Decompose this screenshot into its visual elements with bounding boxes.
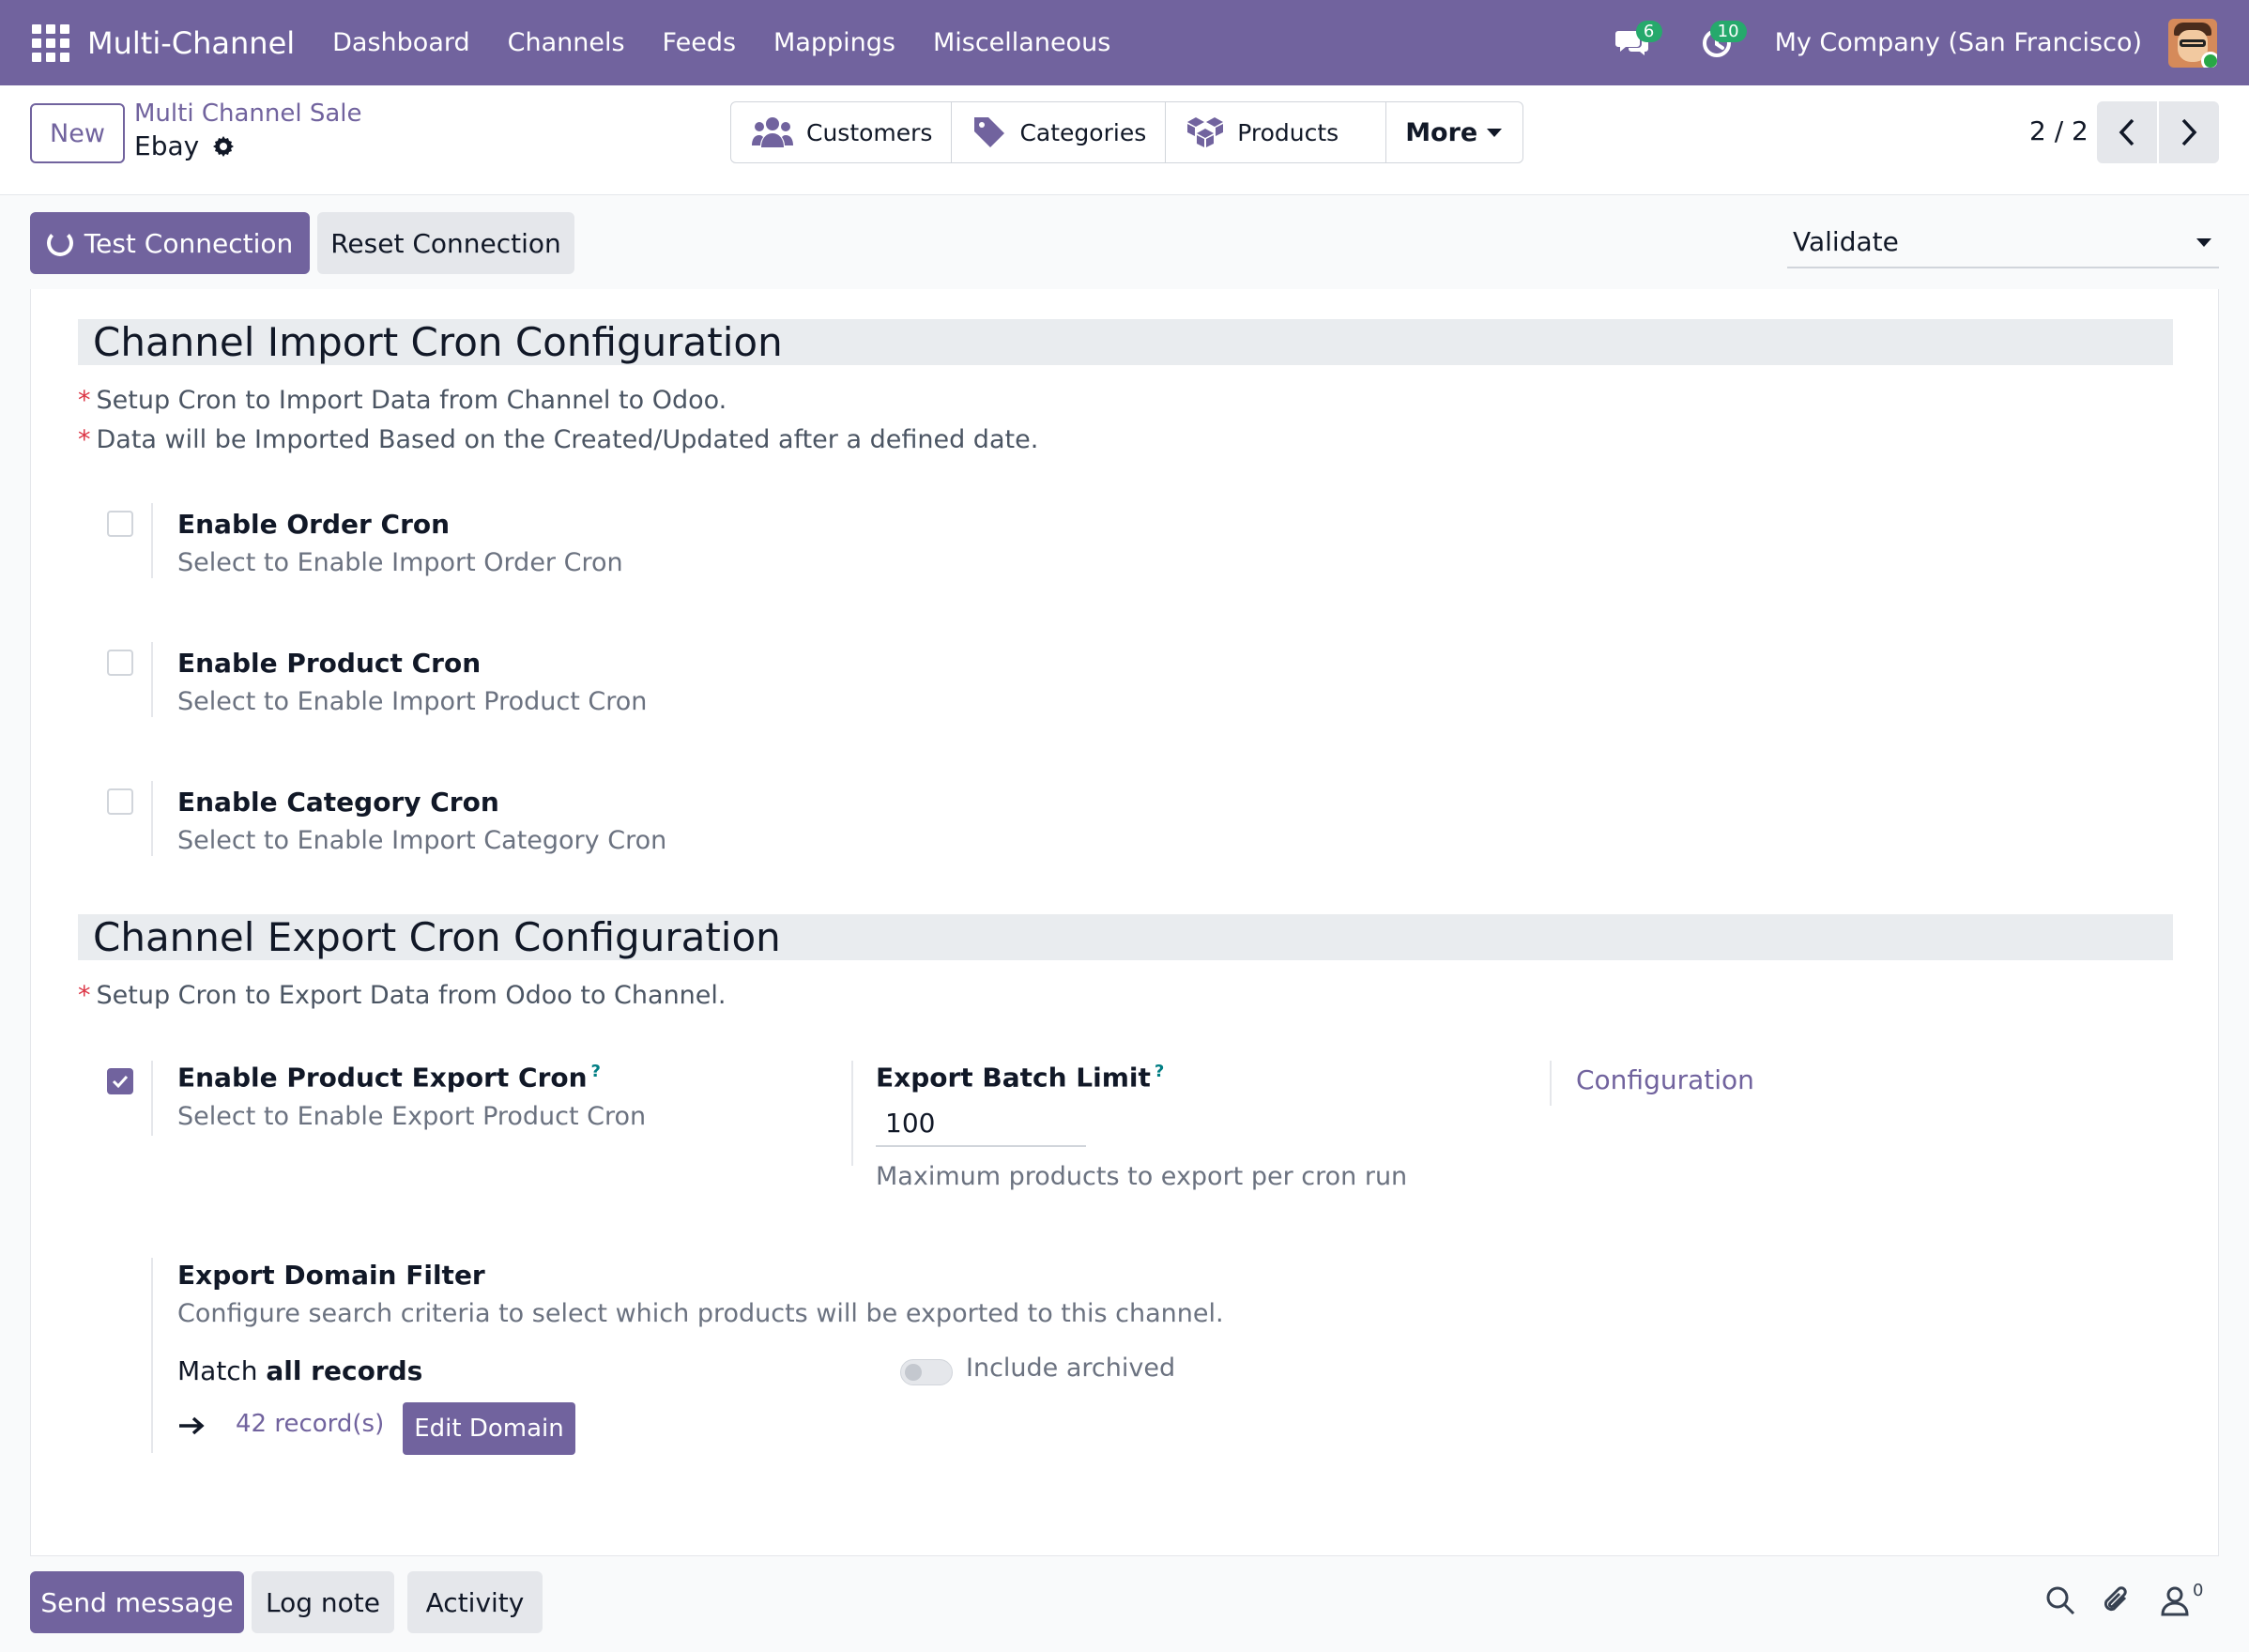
order-cron-checkbox[interactable]: [107, 511, 133, 537]
activities-count-badge: 10: [1709, 20, 1747, 42]
menu-miscellaneous[interactable]: Miscellaneous: [914, 28, 1129, 57]
form-sheet: Channel Import Cron Configuration * Setup…: [30, 289, 2219, 1556]
category-cron-label: Enable Category Cron: [177, 787, 499, 818]
domain-records-link[interactable]: 42 record(s): [236, 1410, 384, 1438]
search-icon[interactable]: [2044, 1584, 2076, 1616]
app-menu-grid-icon[interactable]: [31, 23, 70, 63]
users-icon: [752, 117, 793, 147]
category-cron-desc: Select to Enable Import Category Cron: [177, 826, 667, 855]
product-cron-desc: Select to Enable Import Product Cron: [177, 687, 648, 716]
import-section-title: Channel Import Cron Configuration: [78, 319, 2173, 365]
export-note: * Setup Cron to Export Data from Odoo to …: [78, 981, 727, 1010]
chevron-right-icon: [2181, 118, 2197, 146]
refresh-icon: [46, 230, 73, 256]
paperclip-icon[interactable]: [2101, 1584, 2133, 1616]
cubes-icon: [1187, 117, 1224, 147]
checkmark-icon: [112, 1075, 129, 1089]
help-tooltip-icon[interactable]: ?: [1155, 1062, 1164, 1081]
import-note-1: * Setup Cron to Import Data from Channel …: [78, 386, 727, 415]
user-avatar[interactable]: [2168, 18, 2217, 68]
followers-count: 0: [2193, 1581, 2204, 1600]
new-button[interactable]: New: [30, 103, 125, 163]
configuration-link[interactable]: Configuration: [1576, 1064, 1754, 1095]
export-domain-filter-desc: Configure search criteria to select whic…: [177, 1299, 1224, 1328]
categories-label: Categories: [1019, 118, 1147, 146]
edit-domain-button[interactable]: Edit Domain: [403, 1402, 575, 1455]
test-connection-label: Test Connection: [84, 227, 294, 259]
messaging-button[interactable]: 6: [1606, 17, 1662, 69]
domain-match-text: Match all records: [177, 1355, 423, 1386]
caret-down-icon: [2196, 238, 2211, 247]
chatter-bar: Send message Log note Activity 0: [0, 1556, 2249, 1652]
form-statusbar: Test Connection Reset Connection Validat…: [0, 195, 2249, 289]
products-label: Products: [1237, 118, 1339, 146]
export-batch-limit-label: Export Batch Limit?: [876, 1062, 1165, 1094]
more-dropdown-button[interactable]: More: [1386, 102, 1522, 162]
export-domain-filter-label: Export Domain Filter: [177, 1260, 485, 1291]
menu-dashboard[interactable]: Dashboard: [314, 28, 488, 57]
state-select-value: Validate: [1793, 225, 1899, 257]
app-name[interactable]: Multi-Channel: [87, 25, 295, 61]
product-export-cron-checkbox[interactable]: [107, 1068, 133, 1094]
menu-mappings[interactable]: Mappings: [755, 28, 914, 57]
more-label: More: [1405, 117, 1478, 147]
main-navbar: Multi-Channel Dashboard Channels Feeds M…: [0, 0, 2249, 85]
customers-label: Customers: [806, 118, 933, 146]
pager-value[interactable]: 2 / 2: [2029, 115, 2088, 146]
include-archived-label: Include archived: [966, 1354, 1176, 1383]
help-tooltip-icon[interactable]: ?: [591, 1062, 601, 1081]
product-export-cron-desc: Select to Enable Export Product Cron: [177, 1102, 647, 1131]
import-note-2: * Data will be Imported Based on the Crea…: [78, 425, 1039, 454]
menu-channels[interactable]: Channels: [489, 28, 644, 57]
online-status-dot: [2201, 51, 2217, 68]
caret-down-icon: [1487, 129, 1503, 137]
smart-button-box: Customers Categories Products More: [730, 101, 1524, 163]
chevron-left-icon: [2119, 118, 2134, 146]
record-name: Ebay: [134, 130, 200, 161]
product-export-cron-label: Enable Product Export Cron?: [177, 1062, 601, 1094]
pager-previous-button[interactable]: [2097, 101, 2157, 163]
category-cron-checkbox[interactable]: [107, 788, 133, 815]
pager-next-button[interactable]: [2159, 101, 2219, 163]
order-cron-label: Enable Order Cron: [177, 509, 451, 540]
test-connection-button[interactable]: Test Connection: [30, 212, 310, 274]
messages-count-badge: 6: [1635, 20, 1662, 42]
product-cron-label: Enable Product Cron: [177, 648, 482, 679]
reset-connection-button[interactable]: Reset Connection: [317, 212, 574, 274]
log-note-button[interactable]: Log note: [252, 1571, 394, 1633]
state-select[interactable]: Validate: [1787, 216, 2219, 268]
export-batch-limit-input[interactable]: 100: [876, 1100, 1086, 1147]
activities-button[interactable]: 10: [1691, 17, 1747, 69]
tag-icon: [974, 117, 1005, 147]
menu-feeds[interactable]: Feeds: [644, 28, 755, 57]
followers-icon[interactable]: [2159, 1584, 2191, 1616]
top-menu: Dashboard Channels Feeds Mappings Miscel…: [314, 28, 1129, 57]
order-cron-desc: Select to Enable Import Order Cron: [177, 548, 623, 577]
company-switcher[interactable]: My Company (San Francisco): [1775, 28, 2142, 57]
export-section-title: Channel Export Cron Configuration: [78, 914, 2173, 960]
include-archived-toggle[interactable]: [900, 1359, 953, 1385]
arrow-right-icon: [179, 1416, 205, 1435]
product-cron-checkbox[interactable]: [107, 650, 133, 676]
customers-smart-button[interactable]: Customers: [731, 102, 953, 162]
send-message-button[interactable]: Send message: [30, 1571, 244, 1633]
gear-icon[interactable]: [212, 135, 235, 158]
export-batch-limit-desc: Maximum products to export per cron run: [876, 1162, 1408, 1191]
record-title: Ebay: [134, 130, 235, 161]
products-smart-button[interactable]: Products: [1166, 102, 1387, 162]
control-panel: New Multi Channel Sale Ebay Customers Ca…: [0, 85, 2249, 195]
categories-smart-button[interactable]: Categories: [952, 102, 1167, 162]
activity-button[interactable]: Activity: [407, 1571, 543, 1633]
breadcrumb-parent-link[interactable]: Multi Channel Sale: [134, 99, 361, 128]
